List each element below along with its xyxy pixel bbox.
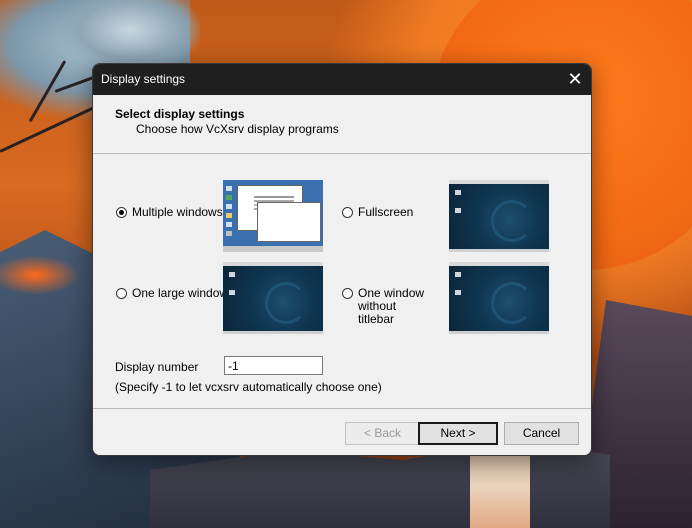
next-button[interactable]: Next > bbox=[418, 422, 498, 445]
one-large-window-preview bbox=[223, 262, 323, 334]
page-heading: Select display settings bbox=[115, 107, 245, 121]
lava-glow bbox=[0, 255, 80, 295]
radio-button[interactable] bbox=[116, 288, 127, 299]
cloud bbox=[60, 0, 200, 70]
dialog-footer: < Back Next > Cancel bbox=[93, 408, 591, 455]
radio-button[interactable] bbox=[116, 207, 127, 218]
display-number-field[interactable] bbox=[224, 356, 323, 375]
option-label: One large window bbox=[132, 286, 229, 300]
dialog-header: Select display settings Choose how VcXsr… bbox=[93, 95, 591, 154]
back-button[interactable]: < Back bbox=[345, 422, 420, 445]
close-icon: ✕ bbox=[567, 69, 583, 89]
no-titlebar-preview bbox=[449, 262, 549, 334]
option-multiple-windows[interactable]: Multiple windows bbox=[116, 206, 223, 219]
option-one-large-window[interactable]: One large window bbox=[116, 287, 228, 300]
page-subheading: Choose how VcXsrv display programs bbox=[136, 122, 339, 136]
option-fullscreen[interactable]: Fullscreen bbox=[342, 206, 413, 219]
window-title: Display settings bbox=[101, 72, 186, 86]
radio-button[interactable] bbox=[342, 288, 353, 299]
cancel-button[interactable]: Cancel bbox=[504, 422, 579, 445]
title-bar: Display settings ✕ bbox=[93, 64, 591, 95]
fullscreen-preview bbox=[449, 180, 549, 252]
display-number-label: Display number bbox=[115, 360, 199, 374]
option-label: Multiple windows bbox=[132, 205, 223, 219]
display-settings-dialog: Display settings ✕ Select display settin… bbox=[92, 63, 592, 456]
close-button[interactable]: ✕ bbox=[559, 64, 591, 95]
option-label: One window without titlebar bbox=[358, 286, 425, 326]
multiple-windows-preview bbox=[223, 180, 323, 252]
display-number-hint: (Specify -1 to let vcxsrv automatically … bbox=[115, 380, 382, 394]
option-label: Fullscreen bbox=[358, 205, 414, 219]
option-no-titlebar[interactable]: One window without titlebar bbox=[342, 287, 433, 326]
radio-button[interactable] bbox=[342, 207, 353, 218]
